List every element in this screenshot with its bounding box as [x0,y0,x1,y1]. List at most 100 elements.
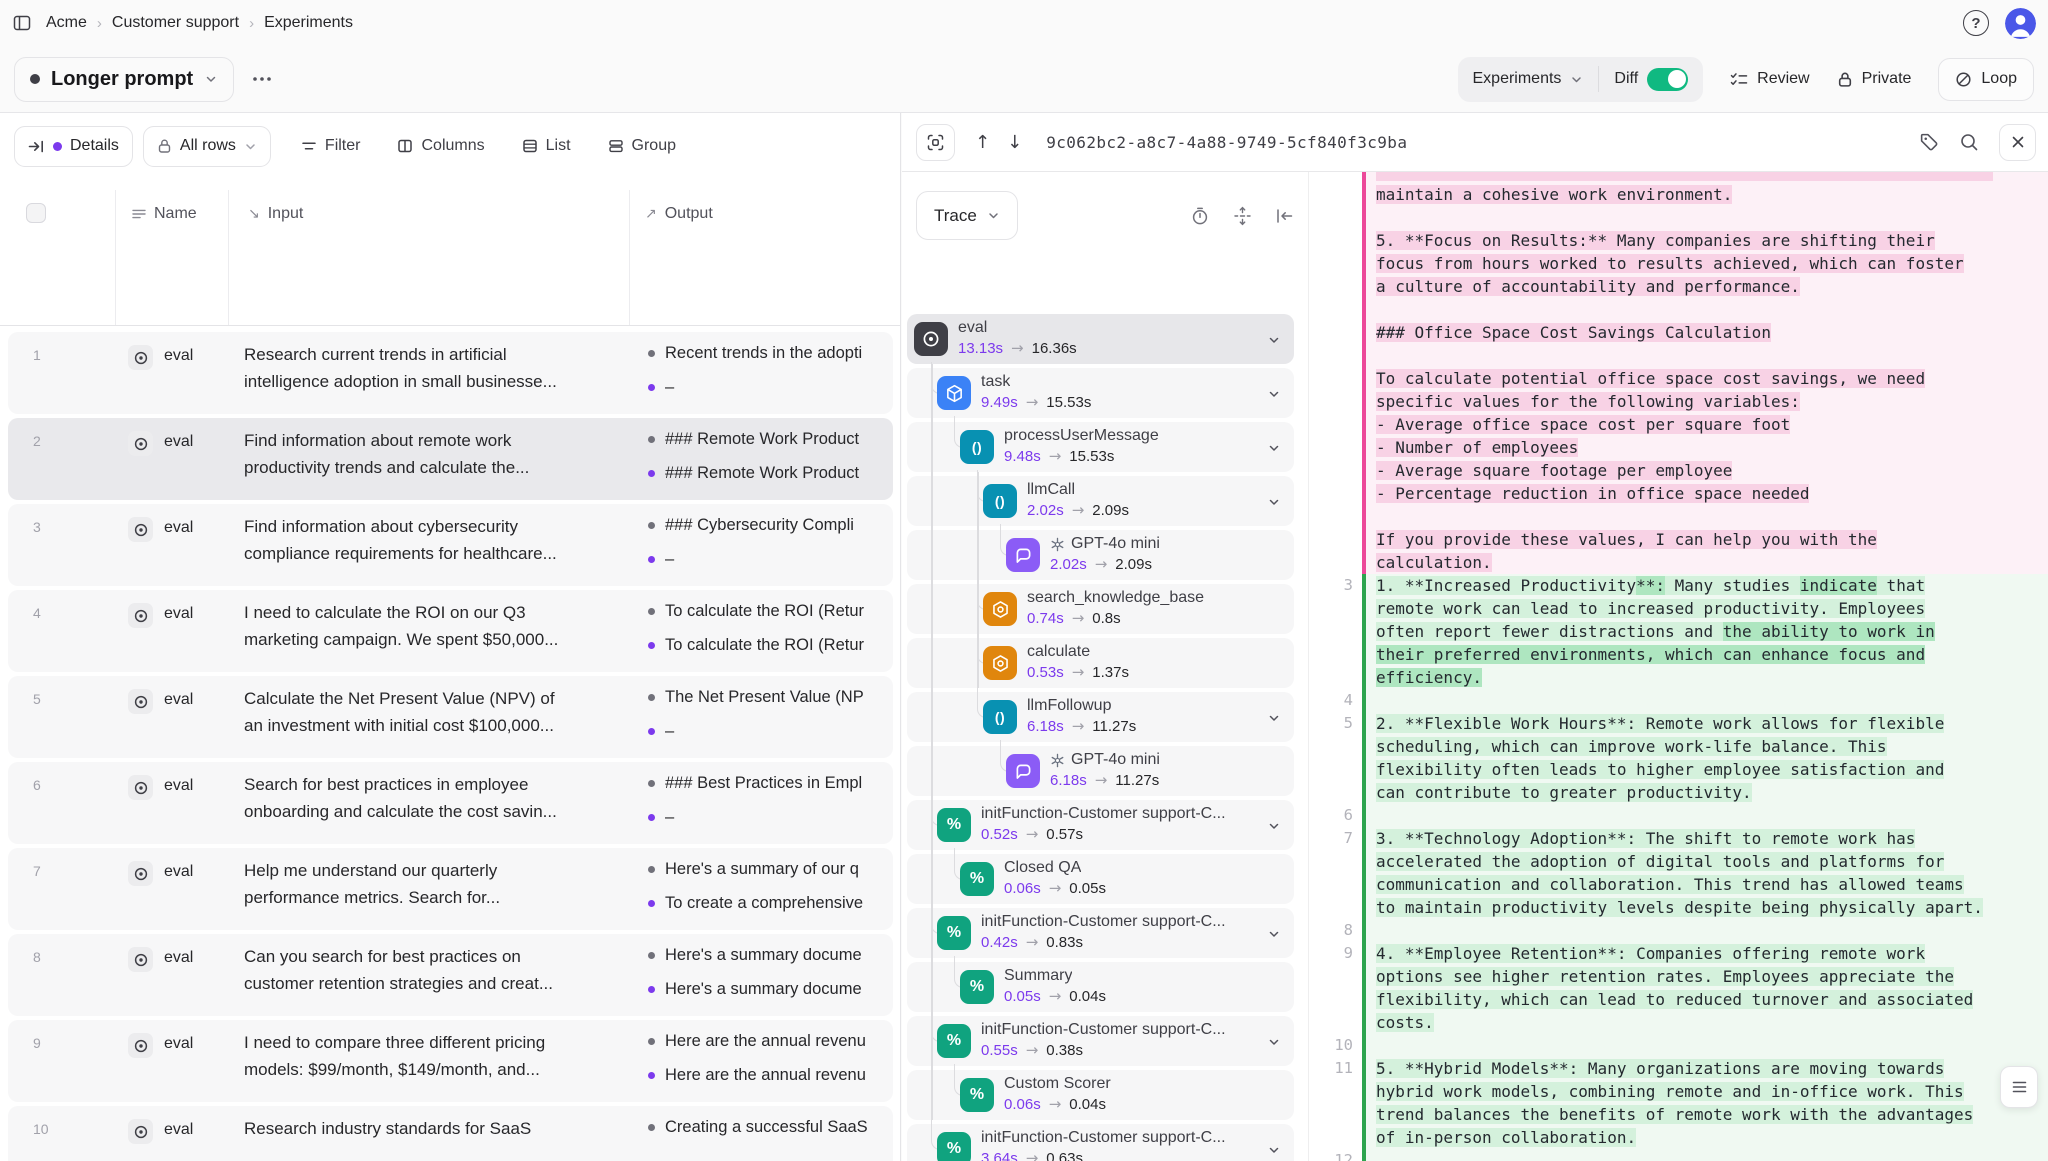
table-row[interactable]: 10evalResearch industry standards for Sa… [8,1106,893,1161]
previous-row-icon[interactable]: ↑ [975,132,990,153]
column-header-input[interactable]: ↘ Input [248,205,303,223]
column-separator[interactable] [228,190,229,325]
table-row[interactable]: 1evalResearch current trends in artifici… [8,332,893,414]
table-row[interactable]: 9evalI need to compare three different p… [8,1020,893,1102]
trace-view-selector[interactable]: Trace [916,191,1018,240]
diff-line-removed: focus from hours worked to results achie… [1376,252,2048,275]
diff-line-added: flexibility, which can lead to reduced t… [1376,988,2048,1011]
trace-node[interactable]: ()processUserMessage9.48s→15.53s [907,422,1294,472]
scorer-span-icon: % [937,1024,971,1058]
search-icon[interactable] [1959,132,1979,152]
trace-node[interactable]: ()llmFollowup6.18s→11.27s [907,692,1294,742]
eval-type-icon [128,431,153,456]
trace-node[interactable]: %initFunction-Customer support-C...0.52s… [907,800,1294,850]
next-row-icon[interactable]: ↓ [1007,132,1022,153]
row-name: eval [164,949,193,967]
output-marker-dot [648,384,655,391]
sidebar-toggle-icon[interactable] [12,13,32,33]
diff-line-added: 3. **Technology Adoption**: The shift to… [1376,827,2048,850]
trace-tree-pane: Trace eval13.13s→16.36stask9.49s→15.53s(… [902,172,1309,1161]
details-status-dot [53,142,62,151]
list-button[interactable]: List [522,137,571,155]
tree-guide-line [931,1012,933,1066]
column-header-label: Name [154,205,197,223]
experiment-status-dot [30,74,40,84]
private-button[interactable]: Private [1837,70,1912,88]
trace-node[interactable]: search_knowledge_base0.74s→0.8s [907,584,1294,634]
chevron-down-icon [244,140,257,153]
table-row[interactable]: 5evalCalculate the Net Present Value (NP… [8,676,893,758]
close-icon[interactable] [1999,124,2036,161]
span-durations: 9.49s→15.53s [981,393,1091,411]
column-header-label: Output [665,205,713,223]
view-selector[interactable]: Experiments [1458,70,1599,88]
trace-node[interactable]: task9.49s→15.53s [907,368,1294,418]
arrow-down-right-icon: ↘ [248,206,260,222]
trace-node[interactable]: %Custom Scorer0.06s→0.04s [907,1070,1294,1120]
eval-type-icon [128,775,153,800]
breadcrumb-section[interactable]: Experiments [264,14,353,32]
table-row[interactable]: 6evalSearch for best practices in employ… [8,762,893,844]
diff-line-removed: calculation. [1376,551,2048,574]
timing-icon[interactable] [1190,206,1210,226]
table-row[interactable]: 3evalFind information about cybersecurit… [8,504,893,586]
chevron-down-icon [1267,333,1281,347]
output-marker-dot [648,728,655,735]
span-durations: 2.02s→2.09s [1027,501,1129,519]
trace-node[interactable]: %Closed QA0.06s→0.05s [907,854,1294,904]
rows-filter-dropdown[interactable]: All rows [143,126,271,167]
row-output: Creating a successful SaaS [648,1118,891,1137]
private-label: Private [1862,70,1912,88]
table-row[interactable]: 2evalFind information about remote workp… [8,418,893,500]
trace-node[interactable]: %initFunction-Customer support-C...0.55s… [907,1016,1294,1066]
columns-button[interactable]: Columns [397,137,484,155]
llm-span-icon [1006,754,1040,788]
row-output: Here's a summary docume [648,946,891,965]
table-row[interactable]: 8evalCan you search for best practices o… [8,934,893,1016]
trace-node[interactable]: GPT-4o mini2.02s→2.09s [907,530,1294,580]
fn-span-icon: () [983,484,1017,518]
tree-guide-line [931,364,933,418]
eval-type-icon [128,517,153,542]
diff-line-added: 5. **Hybrid Models**: Many organizations… [1376,1057,2048,1080]
trace-node[interactable]: %initFunction-Customer support-C...0.42s… [907,908,1294,958]
diff-toggle[interactable] [1647,68,1688,91]
breadcrumb-project[interactable]: Customer support [112,14,239,32]
row-output: Here's a summary of our q [648,860,891,879]
tag-icon[interactable] [1919,132,1939,152]
trace-node[interactable]: GPT-4o mini6.18s→11.27s [907,746,1294,796]
column-header-name[interactable]: Name [132,205,197,223]
chevron-down-icon [1267,1035,1281,1049]
select-all-checkbox[interactable] [26,203,46,223]
column-header-output[interactable]: ↗ Output [645,205,713,223]
help-icon[interactable]: ? [1963,10,1989,36]
eval-type-icon [128,1033,153,1058]
details-button[interactable]: Details [14,126,133,167]
raw-view-toggle-icon[interactable] [2000,1066,2038,1108]
span-name: initFunction-Customer support-C... [981,1021,1226,1039]
table-row[interactable]: 4evalI need to calculate the ROI on our … [8,590,893,672]
more-options-icon[interactable] [252,76,272,82]
table-row[interactable]: 7evalHelp me understand our quarterlyper… [8,848,893,930]
collapse-panel-icon[interactable] [1275,208,1294,224]
trace-node[interactable]: calculate0.53s→1.37s [907,638,1294,688]
filter-button[interactable]: Filter [301,137,361,155]
trace-node[interactable]: eval13.13s→16.36s [907,314,1294,364]
breadcrumb-org[interactable]: Acme [46,14,87,32]
row-input: compliance requirements for healthcare..… [244,544,632,564]
trace-node[interactable]: ()llmCall2.02s→2.09s [907,476,1294,526]
experiment-selector[interactable]: Longer prompt [14,57,234,102]
review-button[interactable]: Review [1730,70,1809,88]
group-button[interactable]: Group [608,137,676,155]
output-marker-dot [648,470,655,477]
trace-node[interactable]: %initFunction-Customer support-C...3.64s… [907,1124,1294,1161]
trace-node[interactable]: %Summary0.05s→0.04s [907,962,1294,1012]
row-input: Research industry standards for SaaS [244,1119,632,1139]
breadcrumb-separator: › [97,15,102,32]
expand-all-icon[interactable] [1233,206,1252,226]
column-separator[interactable] [629,190,630,325]
column-separator[interactable] [115,190,116,325]
avatar[interactable] [2005,8,2036,39]
loop-button[interactable]: Loop [1938,58,2034,101]
expand-trace-icon[interactable] [916,124,955,161]
